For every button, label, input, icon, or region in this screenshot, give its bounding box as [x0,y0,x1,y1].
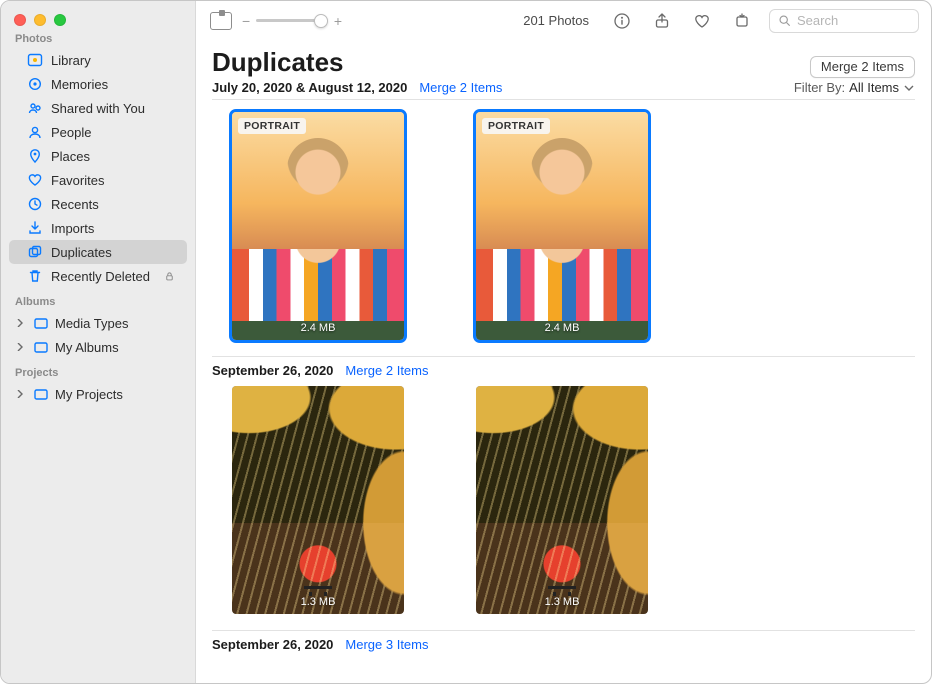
sidebar-item-label: Recents [51,197,181,212]
merge-group-link[interactable]: Merge 2 Items [345,363,428,378]
sidebar-item-label: My Albums [55,340,119,355]
filter-label: Filter By: [794,80,845,95]
window-controls [14,14,66,26]
file-size-label: 1.3 MB [301,596,336,608]
zoom-knob[interactable] [314,14,328,28]
places-icon [27,148,43,164]
zoom-slider[interactable]: − + [242,13,342,29]
sidebar-section-projects: Projects [15,367,181,379]
sidebar-item-library[interactable]: Library [9,48,187,72]
sidebar-item-label: Media Types [55,316,128,331]
filter-value: All Items [849,80,899,95]
zoom-in-icon: + [334,13,342,29]
sidebar-item-my-albums[interactable]: My Albums [9,335,187,359]
shared-icon [27,100,43,116]
file-size-label: 2.4 MB [545,322,580,334]
chevron-right-icon [15,389,25,399]
sidebar-item-label: My Projects [55,387,123,402]
merge-selected-button[interactable]: Merge 2 Items [810,56,915,78]
group-date-label: September 26, 2020 [212,637,333,652]
search-field[interactable] [769,9,919,33]
filter-dropdown[interactable]: Filter By: All Items [794,80,915,95]
sidebar-item-recently-deleted[interactable]: Recently Deleted [9,264,187,288]
lock-icon [164,271,175,282]
photo-count-label: 201 Photos [523,13,589,28]
duplicate-group: September 26, 2020 Merge 3 Items [212,630,915,652]
zoom-track[interactable] [256,19,328,22]
sidebar-item-recents[interactable]: Recents [9,192,187,216]
fullscreen-window-button[interactable] [54,14,66,26]
sidebar-item-people[interactable]: People [9,120,187,144]
sidebar-item-label: Imports [51,221,181,236]
chevron-right-icon [15,342,25,352]
import-icon [27,220,43,236]
zoom-out-icon: − [242,13,250,29]
people-icon [27,124,43,140]
folder-icon [33,315,49,331]
close-window-button[interactable] [14,14,26,26]
info-button[interactable] [609,8,635,34]
sidebar-item-places[interactable]: Places [9,144,187,168]
sidebar-item-label: Favorites [51,173,181,188]
portrait-badge: PORTRAIT [482,118,550,134]
sidebar-section-albums: Albums [15,296,181,308]
sidebar-item-imports[interactable]: Imports [9,216,187,240]
portrait-badge: PORTRAIT [238,118,306,134]
folder-icon [33,339,49,355]
sidebar-item-label: Shared with You [51,101,181,116]
sidebar-item-my-projects[interactable]: My Projects [9,382,187,406]
chevron-down-icon [903,82,915,94]
aspect-ratio-button[interactable] [208,8,234,34]
sidebar-section-photos: Photos [15,33,181,45]
sidebar: Photos Library Memories Shared with You … [1,1,196,683]
library-icon [27,52,43,68]
search-icon [778,14,791,27]
photo-thumbnail[interactable]: PORTRAIT 2.4 MB [232,112,404,340]
rotate-button[interactable] [729,8,755,34]
sidebar-item-shared[interactable]: Shared with You [9,96,187,120]
sidebar-item-duplicates[interactable]: Duplicates [9,240,187,264]
group-date-label: July 20, 2020 & August 12, 2020 [212,80,407,95]
trash-icon [27,268,43,284]
minimize-window-button[interactable] [34,14,46,26]
heart-icon [27,172,43,188]
sidebar-item-label: Places [51,149,181,164]
group-date-label: September 26, 2020 [212,363,333,378]
toolbar: − + 201 Photos [196,1,931,41]
photo-thumbnail[interactable]: PORTRAIT 2.4 MB [476,112,648,340]
sidebar-item-label: Library [51,53,181,68]
sidebar-item-label: Recently Deleted [51,269,156,284]
sidebar-item-label: Memories [51,77,181,92]
sidebar-item-label: People [51,125,181,140]
photo-thumbnail[interactable]: 1.3 MB [232,386,404,614]
file-size-label: 1.3 MB [545,596,580,608]
favorite-button[interactable] [689,8,715,34]
folder-icon [33,386,49,402]
sidebar-item-favorites[interactable]: Favorites [9,168,187,192]
chevron-right-icon [15,318,25,328]
sidebar-item-media-types[interactable]: Media Types [9,311,187,335]
sidebar-item-memories[interactable]: Memories [9,72,187,96]
file-size-label: 2.4 MB [301,322,336,334]
sidebar-item-label: Duplicates [51,245,181,260]
search-input[interactable] [797,13,932,28]
photo-thumbnail[interactable]: 1.3 MB [476,386,648,614]
clock-icon [27,196,43,212]
page-title: Duplicates [212,47,344,78]
duplicate-group: PORTRAIT 2.4 MB PORTRAIT 2.4 MB [212,104,915,346]
merge-group-link[interactable]: Merge 3 Items [345,637,428,652]
memories-icon [27,76,43,92]
share-button[interactable] [649,8,675,34]
content-area: − + 201 Photos Duplicates [196,1,931,683]
merge-group-link[interactable]: Merge 2 Items [419,80,502,95]
duplicates-icon [27,244,43,260]
duplicate-group: September 26, 2020 Merge 2 Items 1.3 MB 1… [212,356,915,620]
